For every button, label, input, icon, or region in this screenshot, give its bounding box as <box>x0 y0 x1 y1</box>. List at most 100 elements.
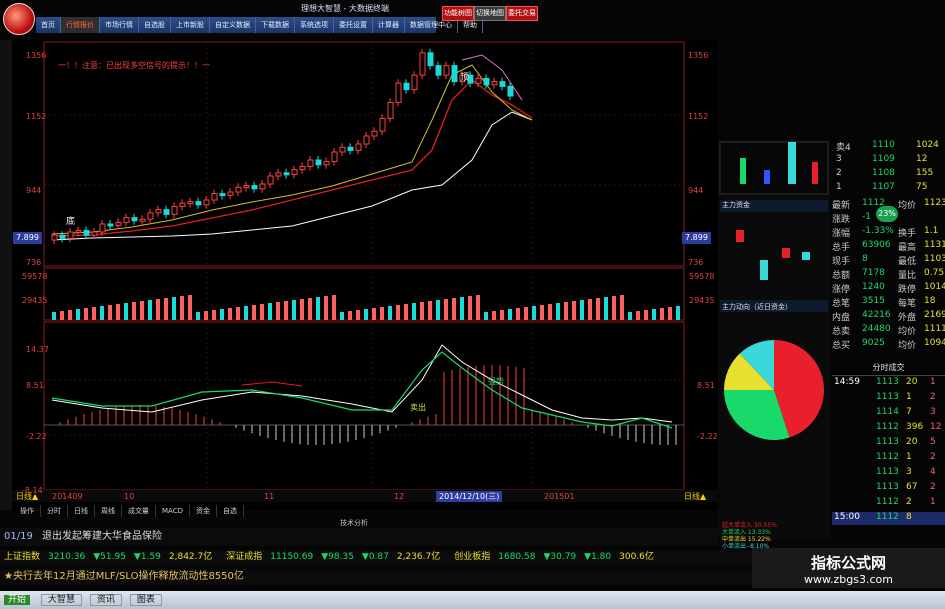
pie-legend-row: 超大单流入 30.55% <box>722 522 777 529</box>
volume-bar <box>372 308 376 320</box>
ask-row[interactable]: 1 1107 75 <box>832 182 945 195</box>
candle <box>299 165 306 171</box>
trade-button[interactable]: 委托交易 <box>506 6 538 21</box>
date-label: 12 <box>394 492 405 501</box>
volume-bar <box>260 304 264 320</box>
candle <box>491 81 498 86</box>
candle <box>419 52 426 76</box>
macd-axis-label: 8.51 <box>26 381 44 390</box>
function-tree-button[interactable]: 功能树图 <box>442 6 474 21</box>
candle <box>427 52 434 67</box>
price-axis-label: 944 <box>26 186 42 195</box>
chart-tab[interactable]: MACD <box>156 505 190 517</box>
chart-tab[interactable]: 成交量 <box>122 505 156 517</box>
candle <box>387 101 394 119</box>
menu-item[interactable]: 自定义数据 <box>210 17 256 33</box>
candle <box>251 185 258 190</box>
volume-bar <box>300 299 304 320</box>
macd-axis-label-right: 8.51 <box>697 381 715 390</box>
chart-tab[interactable]: 日线 <box>68 505 95 517</box>
watermark-line1: 指标公式网 <box>810 554 886 572</box>
news-date: 01/19 <box>4 531 33 542</box>
taskbar-item[interactable]: 大智慧 <box>40 594 82 606</box>
volume-bar <box>348 311 352 320</box>
candle <box>275 172 282 177</box>
tick-row: 1113 20 5 <box>876 437 936 447</box>
start-button[interactable]: 开始 <box>4 595 31 605</box>
menu-item[interactable]: 自选股 <box>139 17 171 33</box>
candle <box>499 81 506 87</box>
tick-list: 分时成交 14:59 1113 20 1 1113 1 2 1114 7 3 1112 396 12 11… <box>832 362 945 532</box>
menu-item[interactable]: 下载数据 <box>256 17 295 33</box>
price-axis-label-right: 944 <box>688 186 704 195</box>
volume-bar <box>396 305 400 320</box>
volume-bar <box>100 306 104 320</box>
candle <box>91 231 98 236</box>
volume-bar <box>508 309 512 320</box>
menu-item[interactable]: 委托设置 <box>334 17 373 33</box>
candle <box>75 229 82 233</box>
index-item[interactable]: 上证指数 3210.36 ▼51.95 ▼1.59 2,842.7亿 <box>0 550 212 565</box>
candle <box>291 169 298 175</box>
menu-item[interactable]: 系统选项 <box>295 17 334 33</box>
chart-tab[interactable]: 自选 <box>217 505 244 517</box>
volume-bar <box>604 297 608 320</box>
switch-map-button[interactable]: 切换地图 <box>474 6 506 21</box>
ask-row[interactable]: 卖4 1110 1024 <box>832 140 945 153</box>
ask-row[interactable]: 2 1108 155 <box>832 168 945 181</box>
tick-row: 1114 7 3 <box>876 407 936 417</box>
technical-analysis-label: 技术分析 <box>340 519 368 527</box>
index-item[interactable]: 创业板指 1680.58 ▼30.79 ▼1.80 300.6亿 <box>450 550 654 565</box>
taskbar-item[interactable]: 图表 <box>129 594 162 606</box>
stat-row: 总手 63906 最高 1131 <box>832 240 945 253</box>
menu-item[interactable]: 首页 <box>36 17 61 33</box>
candle <box>147 212 154 220</box>
candle <box>371 130 378 137</box>
ticker-text: ★央行去年12月通过MLF/SLO操作释放流动性8550亿 <box>4 571 244 582</box>
volume-bar <box>236 307 240 320</box>
volume-bar <box>60 311 64 320</box>
annotation-top: 顶 <box>460 73 470 83</box>
menu-item[interactable]: 行情报价 <box>61 17 100 33</box>
news-headline: 退出发起筹建大华食品保险 <box>42 531 163 542</box>
taskbar-item[interactable]: 资讯 <box>89 594 122 606</box>
volume-bar <box>484 312 488 320</box>
price-axis-label-right: 736 <box>688 258 704 267</box>
volume-bar <box>596 298 600 320</box>
chart-tab[interactable]: 周线 <box>95 505 122 517</box>
volume-bar <box>676 306 680 320</box>
candle <box>307 159 314 167</box>
news-bar[interactable]: 01/19 退出发起筹建大华食品保险 <box>0 528 718 546</box>
ask-row[interactable]: 3 1109 12 <box>832 154 945 167</box>
candle <box>475 77 482 84</box>
app-logo[interactable] <box>3 3 35 35</box>
volume-bar <box>668 307 672 320</box>
candle <box>259 183 266 190</box>
menu-item[interactable]: 市场行情 <box>100 17 139 33</box>
volume-bar <box>180 296 184 320</box>
volume-bar <box>436 300 440 320</box>
chart-tab[interactable]: 操作 <box>14 505 41 517</box>
candle <box>59 234 66 239</box>
annotation-sell: 卖出 <box>410 403 426 412</box>
volume-bar <box>188 295 192 320</box>
annotation-strong: 强势 <box>488 377 504 386</box>
volume-bar <box>468 296 472 320</box>
volume-bar <box>660 308 664 320</box>
tick-row: 14:59 1113 20 1 <box>834 377 936 387</box>
volume-bar <box>412 303 416 320</box>
date-axis: 日线▲ 201409 10 11 12 2014/12/10(三) 201501… <box>16 491 707 502</box>
volume-axis-label-right: 59578 <box>689 272 715 281</box>
chart-tab[interactable]: 资金 <box>190 505 217 517</box>
volume-axis-label-right: 29435 <box>689 296 715 305</box>
volume-bar <box>572 301 576 320</box>
volume-bar <box>324 296 328 320</box>
candle <box>227 191 234 196</box>
menu-item[interactable]: 计算器 <box>373 17 405 33</box>
kline-chart[interactable] <box>12 40 718 510</box>
watermark-line2: www.zbgs3.com <box>804 573 893 586</box>
volume-bar <box>452 298 456 320</box>
menu-item[interactable]: 上市新股 <box>171 17 210 33</box>
index-item[interactable]: 深证成指 11150.69 ▼98.35 ▼0.87 2,236.7亿 <box>222 550 440 565</box>
chart-tab[interactable]: 分时 <box>41 505 68 517</box>
